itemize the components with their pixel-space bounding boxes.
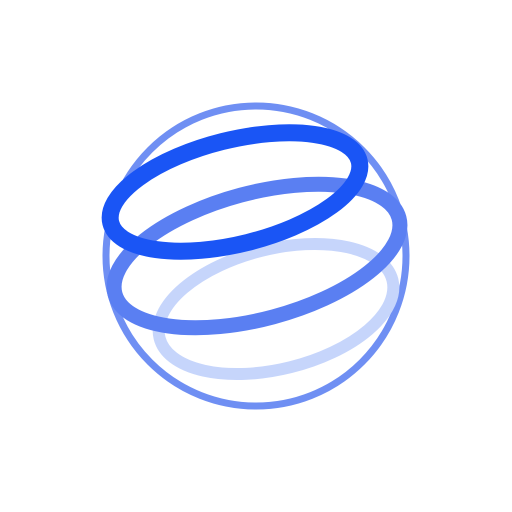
app-icon-canvas — [0, 0, 512, 512]
globe-rings-icon — [101, 102, 410, 410]
